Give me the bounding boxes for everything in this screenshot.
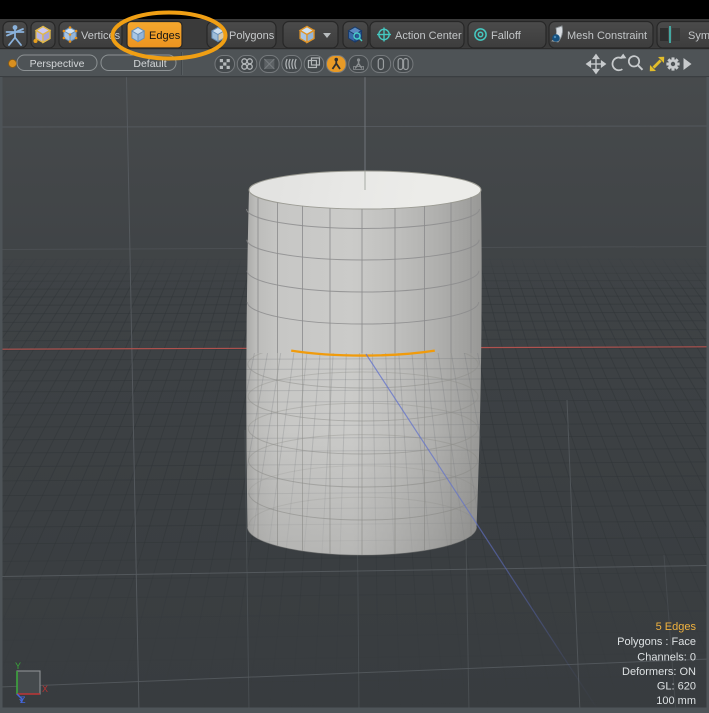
- svg-text:5 Edges: 5 Edges: [656, 621, 697, 633]
- svg-text:Z: Z: [20, 695, 26, 705]
- svg-text:Y: Y: [15, 661, 21, 671]
- svg-text:Polygons : Face: Polygons : Face: [617, 636, 696, 648]
- svg-text:Action Center: Action Center: [395, 30, 462, 42]
- svg-text:Perspective: Perspective: [30, 58, 85, 70]
- svg-text:Sym: Sym: [688, 30, 709, 42]
- svg-text:Polygons: Polygons: [229, 30, 275, 42]
- svg-text:Falloff: Falloff: [491, 30, 522, 42]
- svg-text:Mesh Constraint: Mesh Constraint: [567, 30, 647, 42]
- svg-text:100 mm: 100 mm: [656, 695, 696, 707]
- svg-text:GL: 620: GL: 620: [657, 681, 696, 693]
- svg-text:Deformers: ON: Deformers: ON: [622, 666, 696, 678]
- svg-text:Channels: 0: Channels: 0: [637, 652, 696, 664]
- svg-text:Edges: Edges: [149, 30, 181, 42]
- svg-text:X: X: [42, 684, 48, 694]
